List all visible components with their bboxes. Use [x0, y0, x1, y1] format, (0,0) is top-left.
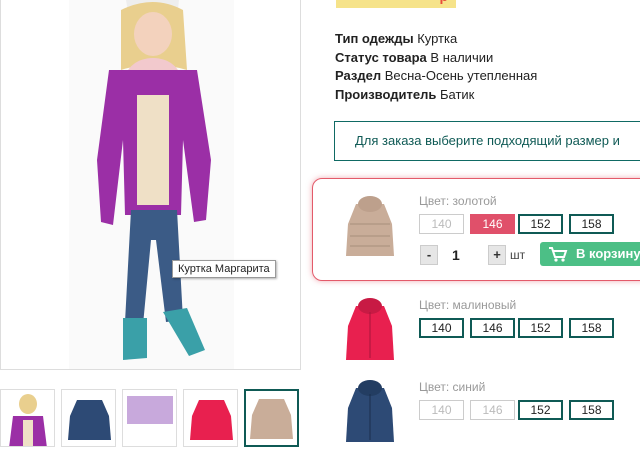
prop-value: В наличии [430, 49, 494, 65]
cart-button-label: В корзину [576, 246, 640, 261]
gallery-thumb-2[interactable] [61, 389, 116, 447]
add-to-cart-button[interactable]: В корзину [540, 242, 640, 266]
jacket-gold-image [346, 196, 394, 256]
qty-unit: шт [510, 248, 526, 262]
variant-thumb-blue[interactable] [336, 380, 404, 448]
variant-thumb-gold[interactable] [336, 194, 404, 262]
size-button-146[interactable]: 146 [470, 318, 515, 338]
size-button-140[interactable]: 140 [419, 400, 464, 420]
cart-icon [549, 247, 568, 262]
image-tooltip: Куртка Маргарита [172, 260, 276, 278]
size-button-146[interactable]: 146 [470, 214, 515, 234]
size-button-152[interactable]: 152 [518, 214, 563, 234]
prop-section: Раздел Весна-Осень утепленная [335, 67, 537, 86]
girl-jacket-image [69, 0, 234, 369]
prop-label: Производитель [335, 86, 437, 102]
prop-value: Куртка [417, 31, 458, 46]
jacket-crimson-image [346, 298, 394, 360]
prop-label: Раздел [335, 68, 382, 83]
girl-thumb-image [9, 394, 47, 446]
jacket-crimson-thumb-image [190, 400, 233, 440]
size-notice: Для заказа выберите подходящий размер и [334, 121, 640, 161]
variant-thumb-crimson[interactable] [336, 298, 404, 366]
size-button-158[interactable]: 158 [569, 214, 614, 234]
qty-value[interactable]: 1 [452, 245, 460, 265]
variant-color-label: Цвет: золотой [419, 194, 497, 208]
jacket-gold-thumb-image [250, 399, 293, 439]
gallery-thumb-4[interactable] [183, 389, 238, 447]
variant-color-label: Цвет: синий [419, 380, 486, 394]
prop-type: Тип одежды Куртка [335, 30, 537, 49]
main-product-photo[interactable] [0, 0, 301, 370]
price-badge: р [336, 0, 456, 8]
size-button-146[interactable]: 146 [470, 400, 515, 420]
prop-maker: Производитель Батик [335, 86, 537, 105]
price-text: р [439, 0, 448, 4]
prop-status: Статус товара В наличии [335, 49, 537, 68]
size-button-140[interactable]: 140 [419, 214, 464, 234]
size-button-152[interactable]: 152 [518, 400, 563, 420]
gallery-thumb-5[interactable] [244, 389, 299, 447]
size-button-158[interactable]: 158 [569, 318, 614, 338]
size-button-152[interactable]: 152 [518, 318, 563, 338]
fabric-swatch-image [127, 396, 173, 424]
qty-minus-button[interactable]: - [420, 245, 438, 265]
variant-color-label: Цвет: малиновый [419, 298, 517, 312]
prop-label: Тип одежды [335, 31, 414, 46]
gallery-thumb-3[interactable] [122, 389, 177, 447]
size-button-158[interactable]: 158 [569, 400, 614, 420]
prop-value: Батик [439, 86, 475, 102]
jacket-blue-image [346, 380, 394, 442]
gallery-thumb-1[interactable] [0, 389, 55, 447]
product-properties: Тип одежды Куртка Статус товара В наличи… [335, 30, 537, 104]
prop-value: Весна-Осень утепленная [384, 68, 538, 83]
size-button-140[interactable]: 140 [419, 318, 464, 338]
qty-plus-button[interactable]: + [488, 245, 506, 265]
jacket-blue-thumb-image [68, 400, 111, 440]
prop-label: Статус товара [335, 49, 427, 65]
